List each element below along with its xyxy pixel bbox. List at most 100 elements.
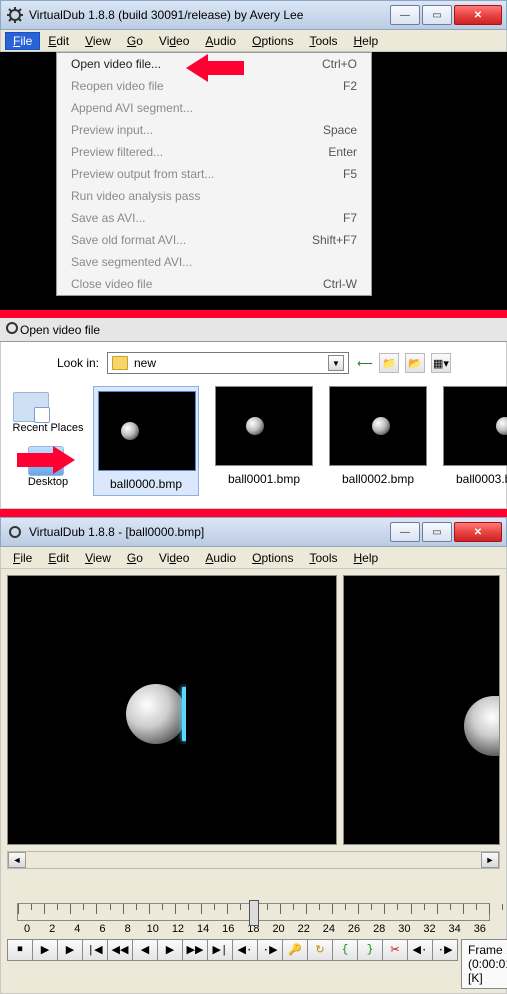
tick-label: 12 bbox=[168, 923, 188, 935]
section-divider bbox=[0, 509, 507, 517]
file-name: ball0001.bmp bbox=[215, 472, 313, 486]
menu-edit[interactable]: Edit bbox=[40, 32, 77, 50]
menu-tools[interactable]: Tools bbox=[301, 549, 345, 567]
transport-button-10[interactable]: ·▶ bbox=[257, 939, 283, 961]
timeline-playhead[interactable] bbox=[249, 900, 259, 926]
transport-button-16[interactable]: ◀· bbox=[407, 939, 433, 961]
transport-button-14[interactable]: } bbox=[357, 939, 383, 961]
scroll-right-button[interactable]: ► bbox=[481, 852, 499, 868]
menu-options[interactable]: Options bbox=[244, 549, 301, 567]
menu-item-shortcut: Space bbox=[323, 123, 357, 137]
transport-button-3[interactable]: |◀ bbox=[82, 939, 108, 961]
menu-preview-output-from-start[interactable]: Preview output from start... F5 bbox=[57, 163, 371, 185]
lookin-combobox[interactable]: new ▼ bbox=[107, 352, 349, 374]
status-text: Frame 18 (0:00:01.800) [K] bbox=[461, 939, 507, 989]
view-menu-button[interactable]: ▦▾ bbox=[431, 353, 451, 373]
new-folder-button[interactable]: 📂 bbox=[405, 353, 425, 373]
file-menu-dropdown: Open video file... Ctrl+O Reopen video f… bbox=[56, 52, 372, 296]
file-name: ball0002.bmp bbox=[329, 472, 427, 486]
minimize-button[interactable]: — bbox=[390, 5, 420, 25]
menu-close-video-file[interactable]: Close video file Ctrl-W bbox=[57, 273, 371, 295]
maximize-button[interactable]: ▭ bbox=[422, 522, 452, 542]
menu-save-old-format-avi[interactable]: Save old format AVI... Shift+F7 bbox=[57, 229, 371, 251]
tick bbox=[332, 904, 333, 914]
menu-item-label: Save as AVI... bbox=[71, 211, 145, 225]
file-item[interactable]: ball0000.bmp bbox=[93, 386, 199, 496]
menu-file[interactable]: File bbox=[5, 32, 40, 50]
combobox-dropdown-button[interactable]: ▼ bbox=[328, 355, 344, 371]
tick bbox=[175, 904, 176, 914]
menu-item-shortcut: Ctrl+O bbox=[322, 57, 357, 71]
tick bbox=[280, 904, 281, 914]
transport-button-13[interactable]: { bbox=[332, 939, 358, 961]
close-button[interactable]: ✕ bbox=[454, 5, 502, 25]
menubar: File Edit View Go Video Audio Options To… bbox=[0, 547, 507, 569]
tick-label: 36 bbox=[470, 923, 490, 935]
transport-button-6[interactable]: ▶ bbox=[157, 939, 183, 961]
tick-label: 32 bbox=[420, 923, 440, 935]
menu-view[interactable]: View bbox=[77, 549, 119, 567]
transport-button-4[interactable]: ◀◀ bbox=[107, 939, 133, 961]
menu-video[interactable]: Video bbox=[151, 549, 198, 567]
place-recent[interactable]: Recent Places bbox=[13, 392, 84, 434]
transport-button-15[interactable]: ✂ bbox=[382, 939, 408, 961]
work-area: ◄ ► 024681012141618202224262830323436 ⏹▶… bbox=[0, 569, 507, 994]
transport-button-2[interactable]: ▶ bbox=[57, 939, 83, 961]
transport-button-1[interactable]: ▶ bbox=[32, 939, 58, 961]
menu-preview-input[interactable]: Preview input... Space bbox=[57, 119, 371, 141]
menu-tools[interactable]: Tools bbox=[301, 32, 345, 50]
menu-item-shortcut: Enter bbox=[328, 145, 357, 159]
annotation-arrow-open bbox=[186, 54, 246, 82]
up-one-level-button[interactable]: 📁 bbox=[379, 353, 399, 373]
transport-button-11[interactable]: 🔑 bbox=[282, 939, 308, 961]
menu-options[interactable]: Options bbox=[244, 32, 301, 50]
transport-button-17[interactable]: ·▶ bbox=[432, 939, 458, 961]
file-item[interactable]: ball0002.bmp bbox=[329, 386, 427, 496]
back-button[interactable]: ⟵ bbox=[357, 353, 373, 373]
menu-video[interactable]: Video bbox=[151, 32, 198, 50]
menu-append-avi-segment[interactable]: Append AVI segment... bbox=[57, 97, 371, 119]
minimize-button[interactable]: — bbox=[390, 522, 420, 542]
tick bbox=[358, 904, 359, 914]
app-icon bbox=[7, 7, 23, 23]
preview-ball bbox=[464, 696, 499, 756]
close-button[interactable]: ✕ bbox=[454, 522, 502, 542]
menu-item-label: Close video file bbox=[71, 277, 152, 291]
menu-help[interactable]: Help bbox=[346, 32, 387, 50]
transport-button-0[interactable]: ⏹ bbox=[7, 939, 33, 961]
input-pane[interactable] bbox=[7, 575, 337, 845]
maximize-button[interactable]: ▭ bbox=[422, 5, 452, 25]
menu-file[interactable]: File bbox=[5, 549, 40, 567]
tick bbox=[123, 904, 124, 914]
menu-edit[interactable]: Edit bbox=[40, 549, 77, 567]
file-item[interactable]: ball0003.bmp bbox=[443, 386, 507, 496]
transport-button-5[interactable]: ◀ bbox=[132, 939, 158, 961]
menu-go[interactable]: Go bbox=[119, 549, 151, 567]
output-pane[interactable] bbox=[343, 575, 500, 845]
menu-audio[interactable]: Audio bbox=[197, 549, 244, 567]
tick-label: 28 bbox=[369, 923, 389, 935]
scroll-left-button[interactable]: ◄ bbox=[8, 852, 26, 868]
timeline-track[interactable] bbox=[17, 903, 490, 921]
transport-bar: ⏹▶▶|◀◀◀◀▶▶▶▶|◀··▶🔑↻{}✂◀··▶ Frame 18 (0:0… bbox=[7, 939, 500, 989]
tick bbox=[227, 904, 228, 914]
menu-go[interactable]: Go bbox=[119, 32, 151, 50]
horizontal-scrollbar[interactable]: ◄ ► bbox=[7, 851, 500, 869]
transport-button-12[interactable]: ↻ bbox=[307, 939, 333, 961]
preview-ball bbox=[126, 684, 186, 744]
menu-preview-filtered[interactable]: Preview filtered... Enter bbox=[57, 141, 371, 163]
transport-button-8[interactable]: ▶| bbox=[207, 939, 233, 961]
dropdown-area: Open video file... Ctrl+O Reopen video f… bbox=[0, 52, 507, 310]
file-item[interactable]: ball0001.bmp bbox=[215, 386, 313, 496]
dialog-caption: Open video file bbox=[20, 323, 100, 337]
tick-label: 8 bbox=[118, 923, 138, 935]
menu-save-as-avi[interactable]: Save as AVI... F7 bbox=[57, 207, 371, 229]
menu-item-label: Reopen video file bbox=[71, 79, 164, 93]
transport-button-7[interactable]: ▶▶ bbox=[182, 939, 208, 961]
menu-view[interactable]: View bbox=[77, 32, 119, 50]
menu-help[interactable]: Help bbox=[346, 549, 387, 567]
menu-run-video-analysis-pass[interactable]: Run video analysis pass bbox=[57, 185, 371, 207]
menu-save-segmented-avi[interactable]: Save segmented AVI... bbox=[57, 251, 371, 273]
transport-button-9[interactable]: ◀· bbox=[232, 939, 258, 961]
menu-audio[interactable]: Audio bbox=[197, 32, 244, 50]
